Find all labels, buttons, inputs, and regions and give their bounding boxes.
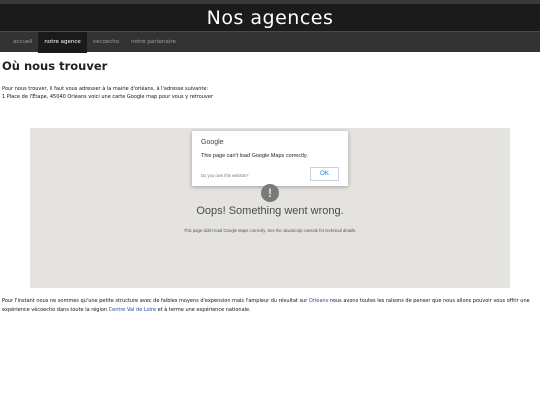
site-title: Nos agences [206,6,334,29]
ok-button[interactable]: OK [310,167,339,181]
map-error-detail: This page didn't load Google Maps correc… [183,228,357,233]
website-owner-question: Do you own this website? [201,173,249,178]
nav-item-notre-agence[interactable]: notre agence [38,31,87,53]
google-brand: Google [201,139,224,146]
intro-line-1: Pour nous trouver, il faut vous adresser… [2,86,209,92]
region-link[interactable]: Centre Val de Loire [109,307,156,313]
google-map-embed[interactable]: Google This page can't load Google Maps … [30,128,510,288]
orleans-link[interactable]: Orléans [309,298,328,304]
outro-paragraph: Pour l'instant nous ne sommes qu'une pet… [2,297,538,314]
nav-item-accueil[interactable]: accueil [7,32,38,53]
map-error-title: Oops! Something went wrong. [196,205,344,217]
nav-item-vecoecho[interactable]: vecoecho [87,32,125,53]
page-heading: Où nous trouver [2,59,108,73]
site-banner: Nos agences [0,0,540,31]
outro-text-3: et à terme une expérience nationale. [156,306,251,313]
maps-error-message: This page can't load Google Maps correct… [201,153,308,159]
maps-error-dialog: Google This page can't load Google Maps … [192,131,348,186]
intro-text: Pour nous trouver, il faut vous adresser… [2,85,213,101]
nav-item-notre-partenaire[interactable]: notre partenaire [125,32,182,53]
intro-line-2: 1 Place de l'Étape, 45040 Orléans voici … [2,94,214,100]
exclamation-icon: ! [261,184,279,202]
main-navbar: accueil notre agence vecoecho notre part… [0,31,540,53]
outro-text-1: Pour l'instant nous ne sommes qu'une pet… [2,298,309,304]
